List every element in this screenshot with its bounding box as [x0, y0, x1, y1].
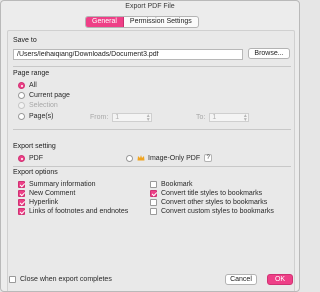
premium-crown-icon — [137, 155, 145, 161]
checkbox[interactable] — [18, 190, 25, 197]
option-convert-other-styles[interactable]: Convert other styles to bookmarks — [150, 199, 267, 206]
option-label: Convert custom styles to bookmarks — [161, 208, 274, 215]
export-setting-label: Export setting — [13, 143, 56, 150]
radio-current-page[interactable]: Current page — [18, 92, 70, 99]
cancel-button[interactable]: Cancel — [225, 274, 257, 285]
option-label: Hyperlink — [29, 199, 59, 206]
checkbox[interactable] — [9, 276, 16, 283]
divider — [13, 129, 291, 130]
option-summary-information[interactable]: Summary information — [18, 181, 96, 188]
close-when-complete-option[interactable]: Close when export completes — [9, 276, 112, 283]
radio-button — [18, 102, 25, 109]
stepper-arrows-icon[interactable]: ▲ ▼ — [145, 113, 151, 122]
help-icon[interactable]: ? — [204, 154, 213, 162]
from-label: From: — [90, 114, 109, 121]
page-range-label: Page range — [13, 70, 50, 77]
checkbox[interactable] — [18, 181, 25, 188]
option-hyperlink[interactable]: Hyperlink — [18, 199, 58, 206]
radio-selection: Selection — [18, 102, 58, 109]
browse-button[interactable]: Browse... — [248, 48, 290, 59]
radio-all-label: All — [29, 82, 37, 89]
option-new-comment[interactable]: New Comment — [18, 190, 75, 197]
close-when-complete-label: Close when export completes — [20, 276, 112, 283]
tab-bar: General Permission Settings — [85, 16, 199, 28]
option-convert-custom-styles[interactable]: Convert custom styles to bookmarks — [150, 208, 274, 215]
divider — [13, 166, 291, 167]
radio-pdf-label: PDF — [29, 155, 43, 162]
to-label: To: — [196, 114, 206, 121]
from-value: 1 — [115, 114, 120, 121]
option-links-footnotes-endnotes[interactable]: Links of footnotes and endnotes — [18, 208, 128, 215]
radio-pages-label: Page(s) — [29, 113, 54, 120]
radio-button[interactable] — [18, 113, 25, 120]
checkbox[interactable] — [18, 199, 25, 206]
save-to-label: Save to — [13, 37, 37, 44]
radio-current-page-label: Current page — [29, 92, 70, 99]
option-label: Bookmark — [161, 181, 193, 188]
option-label: Convert title styles to bookmarks — [161, 190, 263, 197]
option-label: Convert other styles to bookmarks — [161, 199, 268, 206]
export-pdf-dialog: Export PDF File General Permission Setti… — [0, 0, 300, 292]
radio-pages[interactable]: Page(s) — [18, 113, 54, 120]
radio-pdf[interactable]: PDF — [18, 155, 43, 162]
general-panel: Save to Browse... Page range All Current… — [7, 30, 295, 291]
checkbox[interactable] — [18, 208, 25, 215]
checkbox[interactable] — [150, 208, 157, 215]
option-label: New Comment — [29, 190, 76, 197]
radio-button[interactable] — [18, 155, 25, 162]
radio-selection-label: Selection — [29, 102, 58, 109]
radio-button[interactable] — [18, 82, 25, 89]
from-field-group: From: 1 ▲ ▼ — [90, 113, 153, 122]
radio-image-only-pdf-label: Image-Only PDF — [148, 154, 201, 162]
tab-general[interactable]: General — [86, 17, 124, 27]
dialog-footer: Close when export completes Cancel OK — [1, 269, 299, 291]
option-convert-title-styles[interactable]: Convert title styles to bookmarks — [150, 190, 262, 197]
save-path-input[interactable] — [13, 49, 243, 60]
to-stepper[interactable]: 1 ▲ ▼ — [209, 113, 250, 122]
option-label: Summary information — [29, 181, 96, 188]
checkbox[interactable] — [150, 190, 157, 197]
stepper-arrows-icon[interactable]: ▲ ▼ — [242, 113, 248, 122]
to-value: 1 — [212, 114, 217, 121]
radio-image-only-pdf[interactable]: Image-Only PDF ? — [126, 154, 213, 162]
export-options-label: Export options — [13, 169, 58, 176]
radio-all[interactable]: All — [18, 82, 37, 89]
tab-permission-settings[interactable]: Permission Settings — [124, 17, 198, 27]
ok-button[interactable]: OK — [267, 274, 293, 285]
window-title: Export PDF File — [125, 3, 175, 10]
radio-button[interactable] — [126, 154, 133, 162]
option-label: Links of footnotes and endnotes — [29, 208, 129, 215]
to-field-group: To: 1 ▲ ▼ — [196, 113, 250, 122]
option-bookmark[interactable]: Bookmark — [150, 181, 193, 188]
checkbox[interactable] — [150, 181, 157, 188]
radio-button[interactable] — [18, 92, 25, 99]
checkbox[interactable] — [150, 199, 157, 206]
from-stepper[interactable]: 1 ▲ ▼ — [112, 113, 153, 122]
divider — [13, 66, 291, 67]
